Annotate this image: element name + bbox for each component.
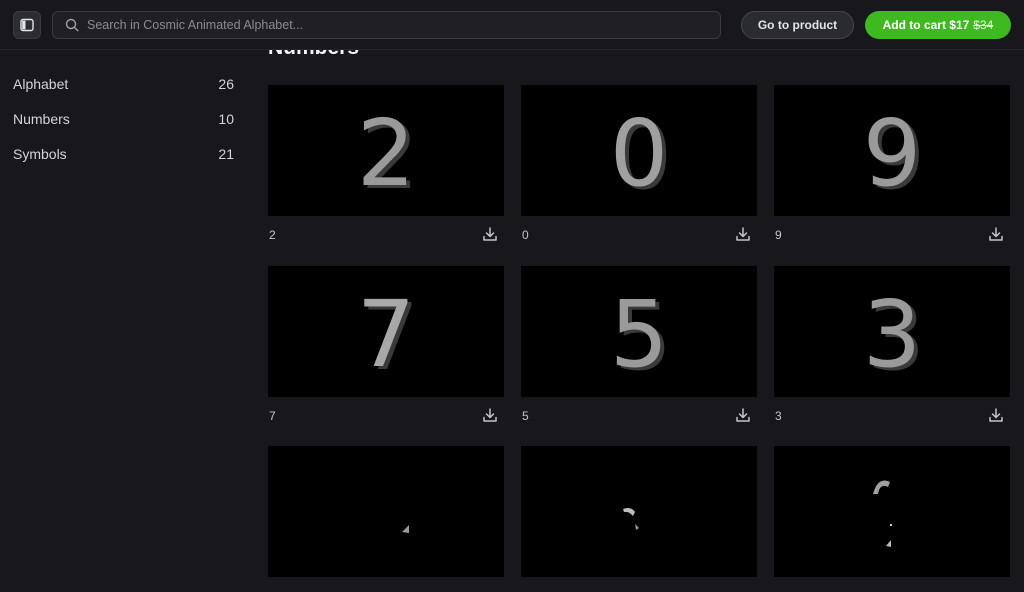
glyph-character: 0 <box>610 100 669 207</box>
section-title: Numbers <box>268 50 359 60</box>
glyph-card <box>268 446 504 592</box>
download-icon[interactable] <box>735 226 751 242</box>
search-bar <box>52 11 721 39</box>
add-to-cart-label: Add to cart $17 <box>882 18 970 32</box>
sidebar-item-numbers[interactable]: Numbers 10 <box>13 107 234 131</box>
glyph-caption: 5 <box>522 409 529 423</box>
glyph-fragment <box>623 508 635 516</box>
glyph-character: 9 <box>863 100 922 207</box>
glyph-character: 3 <box>863 281 922 388</box>
sidebar-panel-icon <box>20 18 34 32</box>
sidebar-item-label: Alphabet <box>13 76 69 92</box>
glyph-character: 5 <box>610 281 669 388</box>
glyph-card-9: 9 9 9 <box>774 85 1010 242</box>
glyph-preview[interactable]: 2 2 <box>268 85 504 216</box>
sidebar: Alphabet 26 Numbers 10 Symbols 21 <box>0 50 250 592</box>
glyph-fragment <box>890 524 892 526</box>
sidebar-item-label: Numbers <box>13 111 70 127</box>
glyph-character: 2 <box>357 100 416 207</box>
download-icon[interactable] <box>735 407 751 423</box>
glyph-card-3: 3 3 3 <box>774 266 1010 423</box>
sidebar-item-alphabet[interactable]: Alphabet 26 <box>13 72 234 96</box>
glyph-card <box>521 446 757 592</box>
add-to-cart-button[interactable]: Add to cart $17 $34 <box>865 11 1011 39</box>
glyph-preview[interactable] <box>268 446 504 577</box>
glyph-caption: 7 <box>269 409 276 423</box>
download-icon[interactable] <box>482 407 498 423</box>
glyph-fragment <box>402 525 409 533</box>
top-bar: Go to product Add to cart $17 $34 <box>0 0 1024 50</box>
glyph-caption: 9 <box>775 228 782 242</box>
download-icon[interactable] <box>988 407 1004 423</box>
main-content: Numbers 2 2 2 0 0 0 9 <box>250 50 1024 592</box>
old-price: $34 <box>973 18 994 32</box>
glyph-preview[interactable] <box>774 446 1010 577</box>
glyph-preview[interactable]: 7 7 <box>268 266 504 397</box>
glyph-preview[interactable] <box>521 446 757 577</box>
go-to-product-label: Go to product <box>757 18 838 32</box>
sidebar-item-count: 10 <box>218 111 234 127</box>
glyph-preview[interactable]: 9 9 <box>774 85 1010 216</box>
glyph-preview[interactable]: 5 5 <box>521 266 757 397</box>
glyph-caption: 3 <box>775 409 782 423</box>
search-input[interactable] <box>79 12 720 38</box>
sidebar-item-count: 21 <box>218 146 234 162</box>
glyph-fragment <box>635 524 639 530</box>
glyph-card-0: 0 0 0 <box>521 85 757 242</box>
glyph-fragment <box>886 540 891 547</box>
glyph-preview[interactable]: 3 3 <box>774 266 1010 397</box>
go-to-product-button[interactable]: Go to product <box>741 11 854 39</box>
sidebar-item-count: 26 <box>218 76 234 92</box>
glyph-card <box>774 446 1010 592</box>
glyph-preview[interactable]: 0 0 <box>521 85 757 216</box>
glyph-caption: 0 <box>522 228 529 242</box>
sidebar-item-symbols[interactable]: Symbols 21 <box>13 142 234 166</box>
download-icon[interactable] <box>482 226 498 242</box>
sidebar-item-label: Symbols <box>13 146 67 162</box>
glyph-card-5: 5 5 5 <box>521 266 757 423</box>
glyph-caption: 2 <box>269 228 276 242</box>
download-icon[interactable] <box>988 226 1004 242</box>
search-icon <box>65 18 79 32</box>
glyph-card-7: 7 7 7 <box>268 266 504 423</box>
glyph-character: 7 <box>357 281 416 388</box>
sidebar-toggle-button[interactable] <box>13 11 41 39</box>
glyph-card-2: 2 2 2 <box>268 85 504 242</box>
glyph-fragment <box>873 480 890 494</box>
